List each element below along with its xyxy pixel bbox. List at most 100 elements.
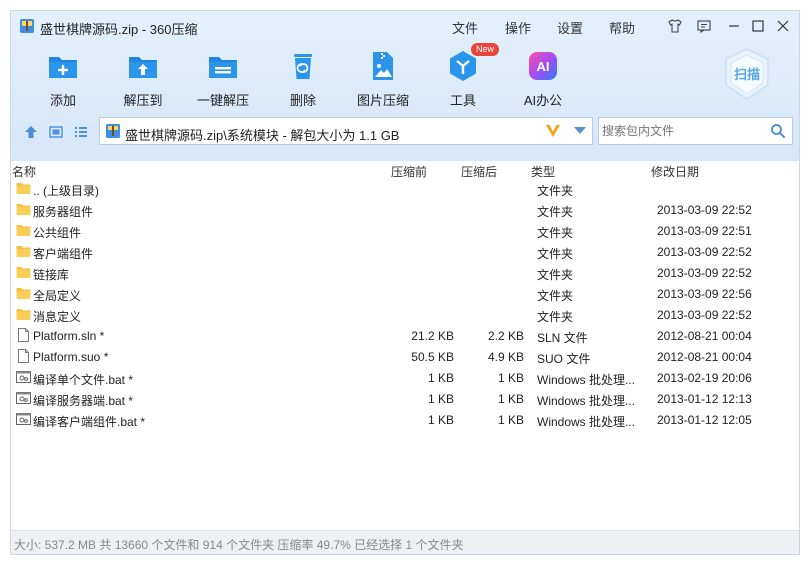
list-row[interactable]: 编译服务器端.bat * 1 KB 1 KB Windows 批处理... 20… [11, 388, 799, 409]
scan-shield-icon: 扫描 [725, 47, 769, 101]
delete-button[interactable]: 删除 [265, 49, 341, 109]
image-compress-icon [373, 52, 393, 80]
row-date: 2013-03-09 22:52 [657, 308, 752, 322]
one-click-extract-label: 一键解压 [196, 93, 249, 108]
folder-icon [16, 183, 31, 194]
app-window: 盛世棋牌源码.zip - 360压缩 文件 操作 设置 帮助 添加 解压到 一键… [10, 10, 800, 555]
row-type: 文件夹 [537, 205, 574, 219]
address-bar[interactable]: 盛世棋牌源码.zip\系统模块 - 解包大小为 1.1 GB [99, 117, 593, 145]
list-row[interactable]: 客户端组件 文件夹 2013-03-09 22:52 [11, 241, 799, 262]
list-row[interactable]: 公共组件 文件夹 2013-03-09 22:51 [11, 220, 799, 241]
list-view-icon[interactable] [73, 124, 89, 140]
ai-office-button[interactable]: AI AI办公 [505, 49, 581, 109]
maximize-icon [752, 20, 764, 32]
one-click-extract-icon [209, 57, 237, 78]
verify-checkmark-icon[interactable] [544, 122, 562, 140]
row-date: 2013-01-12 12:13 [657, 392, 752, 406]
row-type: 文件夹 [537, 268, 574, 282]
menu-operation[interactable]: 操作 [505, 18, 531, 37]
folder-icon [16, 288, 31, 299]
maximize-button[interactable] [748, 16, 768, 36]
row-date: 2013-01-12 12:05 [657, 413, 752, 427]
ai-icon: AI [529, 52, 557, 80]
row-orig-size: 1 KB [427, 371, 454, 385]
row-type: 文件夹 [537, 310, 574, 324]
row-type: 文件夹 [537, 247, 574, 261]
new-badge: New [471, 43, 500, 56]
tools-button[interactable]: New 工具 [425, 43, 501, 109]
row-date: 2013-03-09 22:51 [657, 224, 752, 238]
row-packed-size: 1 KB [497, 371, 524, 385]
list-row[interactable]: 编译单个文件.bat * 1 KB 1 KB Windows 批处理... 20… [11, 367, 799, 388]
row-date: 2013-03-09 22:52 [657, 203, 752, 217]
minimize-icon [729, 25, 739, 27]
address-path: 盛世棋牌源码.zip\系统模块 - 解包大小为 1.1 GB [125, 128, 400, 143]
extract-to-label: 解压到 [123, 93, 163, 108]
status-bar: 大小: 537.2 MB 共 13660 个文件和 914 个文件夹 压缩率 4… [11, 530, 799, 554]
row-type: Windows 批处理... [537, 394, 636, 408]
zip-app-icon [20, 19, 34, 33]
row-type: SUO 文件 [537, 352, 591, 366]
folder-icon [16, 309, 31, 320]
up-arrow-icon[interactable] [23, 124, 39, 140]
row-date: 2013-03-09 22:56 [657, 287, 752, 301]
row-orig-size: 50.5 KB [411, 350, 454, 364]
row-date: 2012-08-21 00:04 [657, 350, 752, 364]
row-orig-size: 1 KB [427, 413, 454, 427]
tools-label: 工具 [449, 93, 476, 108]
search-icon[interactable] [770, 123, 786, 139]
row-type: Windows 批处理... [537, 415, 636, 429]
list-row[interactable]: .. (上级目录) 文件夹 [11, 178, 799, 199]
row-name: 服务器组件 [33, 205, 94, 219]
row-type: 文件夹 [537, 289, 574, 303]
ai-icon-text: AI [537, 59, 550, 74]
list-row[interactable]: 链接库 文件夹 2013-03-09 22:52 [11, 262, 799, 283]
zip-file-icon [106, 124, 120, 138]
row-type: 文件夹 [537, 226, 574, 240]
row-date: 2013-03-09 22:52 [657, 245, 752, 259]
row-date: 2013-03-09 22:52 [657, 266, 752, 280]
add-file-icon [49, 57, 77, 78]
batch-file-icon [16, 392, 31, 404]
one-click-extract-button[interactable]: 一键解压 [185, 49, 261, 109]
row-name: 编译客户端组件.bat * [33, 415, 146, 429]
list-row[interactable]: 编译客户端组件.bat * 1 KB 1 KB Windows 批处理... 2… [11, 409, 799, 430]
extract-to-button[interactable]: 解压到 [105, 49, 181, 109]
title-bar: 盛世棋牌源码.zip - 360压缩 文件 操作 设置 帮助 [11, 11, 799, 41]
trash-icon [294, 54, 312, 79]
document-icon [18, 328, 29, 342]
list-row[interactable]: 全局定义 文件夹 2013-03-09 22:56 [11, 283, 799, 304]
thumbnail-view-icon[interactable] [48, 124, 64, 140]
folder-icon [16, 225, 31, 236]
list-row[interactable]: Platform.sln * 21.2 KB 2.2 KB SLN 文件 201… [11, 325, 799, 346]
document-icon [18, 349, 29, 363]
folder-icon [16, 267, 31, 278]
row-name: .. (上级目录) [33, 184, 99, 198]
menu-file[interactable]: 文件 [452, 18, 478, 37]
batch-file-icon [16, 413, 31, 425]
close-icon [777, 20, 789, 32]
row-name: 链接库 [33, 268, 70, 282]
menu-help[interactable]: 帮助 [609, 18, 635, 37]
feedback-button[interactable] [694, 16, 714, 36]
add-label: 添加 [49, 93, 76, 108]
row-name: Platform.suo * [33, 350, 109, 364]
row-packed-size: 4.9 KB [487, 350, 524, 364]
list-row[interactable]: 服务器组件 文件夹 2013-03-09 22:52 [11, 199, 799, 220]
minimize-button[interactable] [724, 16, 744, 36]
scan-button[interactable]: 扫描 [722, 47, 772, 103]
menu-settings[interactable]: 设置 [557, 18, 583, 37]
list-row[interactable]: Platform.suo * 50.5 KB 4.9 KB SUO 文件 201… [11, 346, 799, 367]
row-name: 编译单个文件.bat * [33, 373, 134, 387]
row-name: 消息定义 [33, 310, 82, 324]
close-button[interactable] [773, 16, 793, 36]
message-icon [697, 20, 711, 34]
search-input[interactable] [599, 118, 764, 144]
search-box[interactable] [598, 117, 793, 145]
add-button[interactable]: 添加 [25, 49, 101, 109]
address-dropdown-arrow[interactable] [574, 127, 586, 134]
skin-button[interactable] [665, 16, 685, 36]
image-compress-button[interactable]: 图片压缩 [345, 49, 421, 109]
window-title: 盛世棋牌源码.zip - 360压缩 [40, 22, 198, 37]
list-row[interactable]: 消息定义 文件夹 2013-03-09 22:52 [11, 304, 799, 325]
